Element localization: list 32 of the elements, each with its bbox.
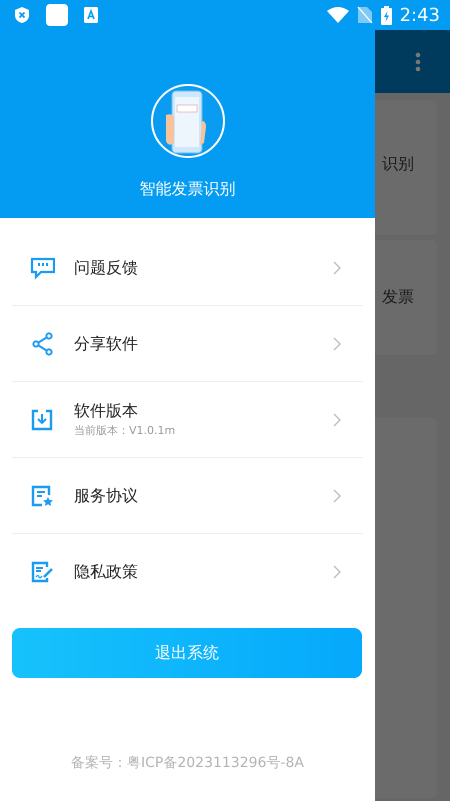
- letter-icon: [84, 7, 98, 23]
- record-number-text: 备案号：粤ICP备2023113296号-8A: [70, 754, 305, 773]
- square-icon: [46, 4, 68, 26]
- card-title: 识别: [382, 153, 414, 175]
- document-edit-icon: [29, 560, 55, 584]
- menu-label: 软件版本: [74, 400, 139, 422]
- no-sim-icon: [356, 6, 373, 24]
- chevron-right-icon: [333, 336, 341, 350]
- chevron-right-icon: [333, 412, 341, 426]
- download-icon: [29, 408, 55, 432]
- chevron-right-icon: [333, 565, 341, 579]
- menu-label: 服务协议: [74, 484, 139, 506]
- menu-item[interactable]: 隐私政策: [12, 534, 363, 610]
- menu-item[interactable]: 问题反馈: [12, 230, 363, 306]
- wifi-icon: [326, 7, 349, 23]
- battery-charging-icon: [380, 6, 392, 24]
- more-icon[interactable]: [414, 52, 422, 72]
- menu-label: 问题反馈: [74, 256, 139, 278]
- document-star-icon: [29, 484, 55, 508]
- app-title: 智能发票识别: [138, 178, 236, 200]
- chevron-right-icon: [333, 260, 341, 274]
- version-text: 当前版本：V1.0.1m: [74, 423, 176, 440]
- menu-item[interactable]: 服务协议: [12, 458, 363, 534]
- chat-icon: [29, 256, 55, 280]
- menu-item[interactable]: 软件版本 当前版本：V1.0.1m: [12, 382, 363, 458]
- clock-time: 2:43: [400, 4, 440, 28]
- card-title: 发票: [382, 286, 414, 308]
- chevron-right-icon: [333, 488, 341, 502]
- menu-label: 隐私政策: [74, 561, 139, 583]
- menu-label: 分享软件: [74, 332, 139, 354]
- menu-item[interactable]: 分享软件: [12, 306, 363, 382]
- shield-icon: [14, 6, 30, 24]
